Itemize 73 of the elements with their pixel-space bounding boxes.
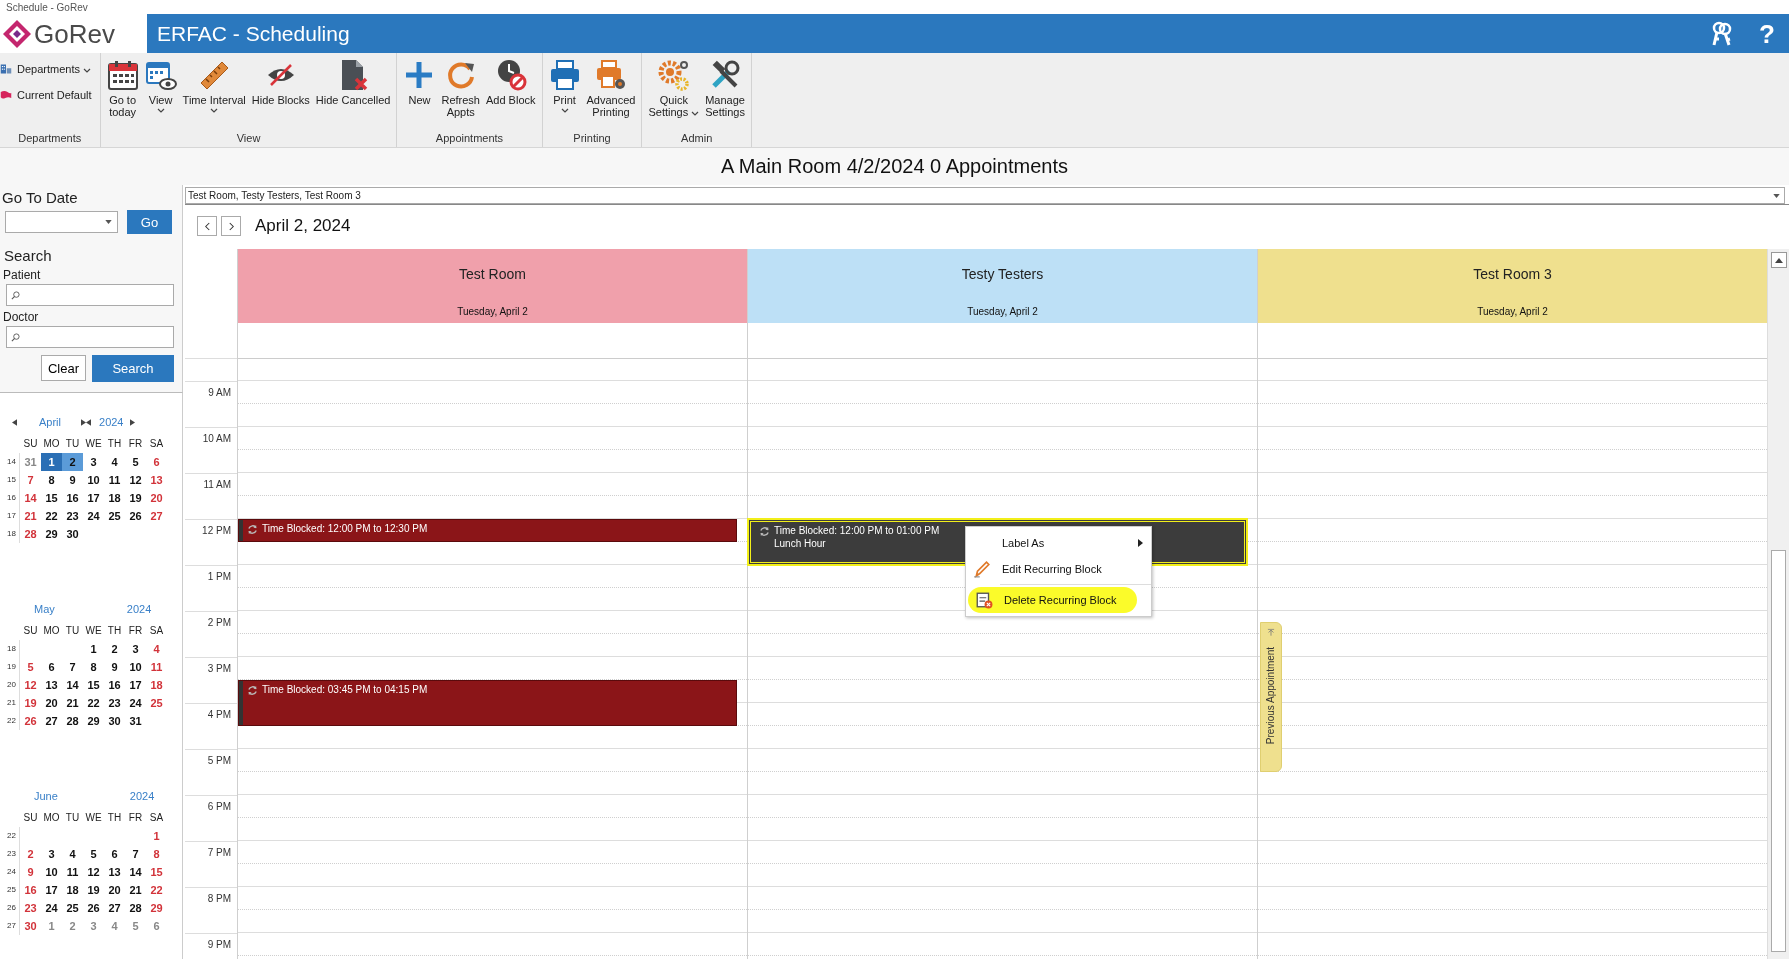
ribbon-group-label: Admin bbox=[680, 131, 714, 146]
year-label: 2024 bbox=[129, 790, 155, 802]
time-label: 12 PM bbox=[202, 525, 231, 536]
time-label: 8 PM bbox=[207, 893, 231, 904]
weekday-label: WE bbox=[84, 811, 103, 825]
time-label: 9 PM bbox=[207, 939, 231, 950]
week-number: 16 bbox=[4, 489, 20, 507]
week-number: 23 bbox=[4, 845, 20, 863]
time-label: 9 AM bbox=[208, 387, 231, 398]
month-name: April bbox=[39, 416, 61, 428]
ribbon-group-label: Printing bbox=[572, 131, 612, 146]
weekday-label: WE bbox=[84, 437, 103, 451]
time-label: 2 PM bbox=[207, 617, 231, 628]
month-name: June bbox=[34, 790, 58, 802]
week-number: 27 bbox=[4, 917, 20, 935]
week-number: 22 bbox=[4, 827, 20, 845]
time-label: 1 PM bbox=[207, 571, 231, 582]
ribbon-group-label: View bbox=[235, 131, 262, 146]
week-number: 15 bbox=[4, 471, 20, 489]
field-label: Patient bbox=[3, 268, 42, 282]
week-number: 20 bbox=[4, 676, 20, 694]
field-label: Doctor bbox=[3, 310, 40, 324]
time-label: 3 PM bbox=[207, 663, 231, 674]
week-number: 21 bbox=[4, 694, 20, 712]
week-number: 18 bbox=[4, 640, 20, 658]
week-number: 19 bbox=[4, 658, 20, 676]
time-label: 4 PM bbox=[207, 709, 231, 720]
week-number: 24 bbox=[4, 863, 20, 881]
time-label: 7 PM bbox=[207, 847, 231, 858]
app-title: ERFAC - Scheduling bbox=[157, 21, 351, 46]
month-name: May bbox=[34, 603, 55, 615]
weekday-label: MO bbox=[42, 437, 61, 451]
weekday-label: MO bbox=[42, 624, 61, 638]
week-number: 14 bbox=[4, 453, 20, 471]
weekday-label: FR bbox=[127, 437, 144, 451]
week-number: 25 bbox=[4, 881, 20, 899]
time-label: 6 PM bbox=[207, 801, 231, 812]
weekday-label: TH bbox=[106, 624, 123, 638]
weekday-label: TU bbox=[64, 811, 81, 825]
weekday-label: TH bbox=[106, 811, 123, 825]
ribbon-group-label: Departments bbox=[17, 131, 83, 146]
week-number: 26 bbox=[4, 899, 20, 917]
weekday-label: MO bbox=[42, 811, 61, 825]
week-number: 18 bbox=[4, 525, 20, 543]
weekday-label: SA bbox=[148, 437, 165, 451]
time-label: 5 PM bbox=[207, 755, 231, 766]
window-title: Schedule - GoRev bbox=[6, 1, 88, 13]
resource-header: Testy Testers Tuesday, April 2 bbox=[748, 249, 1257, 323]
weekday-label: TU bbox=[64, 437, 81, 451]
week-number: 17 bbox=[4, 507, 20, 525]
year-label: 2024 bbox=[99, 416, 124, 428]
section-heading: Go To Date bbox=[2, 189, 79, 206]
page-title: A Main Room 4/2/2024 0 Appointments bbox=[721, 155, 1068, 178]
time-label: 10 AM bbox=[202, 433, 231, 444]
year-label: 2024 bbox=[126, 603, 152, 615]
section-heading: Search bbox=[4, 247, 53, 264]
weekday-label: SA bbox=[148, 624, 165, 638]
weekday-label: WE bbox=[84, 624, 103, 638]
weekday-label: SU bbox=[22, 437, 39, 451]
time-label: 11 AM bbox=[203, 479, 231, 490]
weekday-label: FR bbox=[127, 811, 144, 825]
weekday-label: FR bbox=[127, 624, 144, 638]
ribbon-group-label: Appointments bbox=[434, 131, 505, 146]
weekday-label: SU bbox=[22, 811, 39, 825]
weekday-label: TH bbox=[106, 437, 123, 451]
weekday-label: SU bbox=[22, 624, 39, 638]
resource-header: Test Room Tuesday, April 2 bbox=[238, 249, 747, 323]
weekday-label: SA bbox=[148, 811, 165, 825]
resource-header: Test Room 3 Tuesday, April 2 bbox=[1258, 249, 1767, 323]
current-date: April 2, 2024 bbox=[255, 216, 351, 236]
weekday-label: TU bbox=[64, 624, 81, 638]
week-number: 22 bbox=[4, 712, 20, 730]
logo-text: GoRev bbox=[34, 18, 115, 49]
